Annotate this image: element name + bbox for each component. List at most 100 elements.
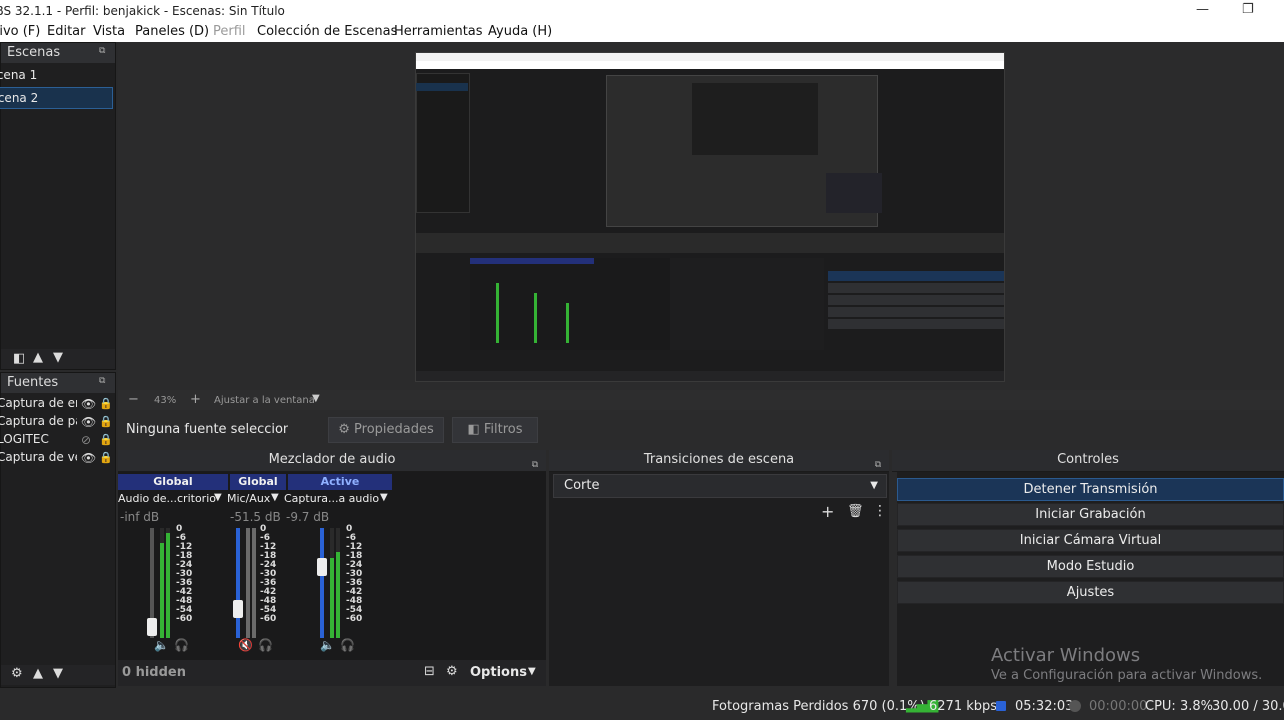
filters-button[interactable]: ◧ Filtros: [452, 417, 538, 443]
channel-db: -9.7 dB: [286, 510, 330, 524]
visibility-eye-icon[interactable]: 👁: [81, 397, 96, 411]
menu-ayuda[interactable]: Ayuda (H): [488, 24, 552, 39]
menu-coleccion-escenas[interactable]: Colección de Escenas: [257, 24, 397, 39]
start-recording-button[interactable]: Iniciar Grabación: [897, 503, 1284, 526]
channel-name[interactable]: Captura...a audio: [284, 492, 379, 505]
level-meter: [330, 528, 334, 638]
headphones-monitor-icon[interactable]: 🎧: [174, 638, 189, 652]
add-icon[interactable]: +: [821, 502, 834, 521]
transitions-title: Transiciones de escena: [643, 452, 795, 467]
visibility-eye-icon[interactable]: 👁: [81, 451, 96, 465]
float-dock-icon[interactable]: ⧉: [99, 376, 109, 386]
activate-windows-title: Activar Windows: [991, 645, 1141, 666]
scene-item[interactable]: Escena 1: [0, 65, 95, 87]
float-dock-icon[interactable]: ⧉: [873, 455, 883, 470]
zoom-fit-label[interactable]: Ajustar a la ventana: [214, 395, 315, 406]
muted-speaker-icon[interactable]: 🔇: [238, 638, 253, 652]
source-settings-gear-icon[interactable]: ⚙: [11, 666, 23, 681]
channel-menu-icon[interactable]: ▼: [271, 492, 279, 503]
menu-perfil[interactable]: Perfil: [213, 24, 246, 39]
cpu-usage: CPU: 3.8%: [1145, 699, 1213, 714]
no-source-selected-label: Ninguna fuente seleccionada: [126, 422, 288, 437]
menu-archivo[interactable]: Archivo (F): [0, 24, 40, 39]
headphones-monitor-icon[interactable]: 🎧: [258, 638, 273, 652]
source-item[interactable]: Captura de pantalla: [0, 413, 77, 431]
minimize-icon[interactable]: —: [1196, 2, 1209, 17]
zoom-out-button[interactable]: −: [128, 392, 139, 407]
meter-ticks: 0 -6 -12 -18 -24 -30 -36 -42 -48 -54 -60: [260, 524, 277, 624]
activate-windows-subtitle: Ve a Configuración para activar Windows.: [991, 668, 1263, 683]
zoom-level: 43%: [154, 395, 177, 406]
scenes-dock: Escenas ⧉ Escena 1 Escena 2 ◧ ▲ ▼: [0, 42, 116, 370]
lock-icon[interactable]: 🔒: [99, 451, 113, 464]
menu-bar: Archivo (F) Editar Vista Paneles (D) Per…: [0, 22, 1284, 42]
source-item-label: Captura de pantalla: [0, 414, 77, 428]
move-up-icon[interactable]: ▲: [33, 666, 43, 681]
headphones-monitor-icon[interactable]: 🎧: [340, 638, 355, 652]
volume-fader[interactable]: [320, 528, 324, 638]
move-down-icon[interactable]: ▼: [53, 666, 63, 681]
window-title: OBS 32.1.1 - Perfil: benjakick - Escenas…: [0, 4, 285, 18]
channel-menu-icon[interactable]: ▼: [214, 492, 222, 503]
menu-vista[interactable]: Vista: [93, 24, 125, 39]
source-item[interactable]: Captura de entrada: [0, 395, 77, 413]
menu-editar[interactable]: Editar: [47, 24, 86, 39]
visibility-hidden-icon[interactable]: ⊘: [81, 433, 91, 447]
more-options-icon[interactable]: ⋮: [873, 503, 887, 519]
transition-current: Corte: [564, 478, 600, 493]
speaker-icon[interactable]: 🔈: [154, 638, 169, 652]
source-toolbar: Ninguna fuente seleccionada ⚙ Propiedade…: [118, 410, 1284, 450]
visibility-eye-icon[interactable]: 👁: [81, 415, 96, 429]
lock-icon[interactable]: 🔒: [99, 415, 113, 428]
layout-toggle-icon[interactable]: ⊟: [424, 664, 435, 679]
stop-streaming-button[interactable]: Detener Transmisión: [897, 478, 1284, 501]
source-item-label: Captura de ventana: [0, 450, 77, 464]
window-titlebar: OBS 32.1.1 - Perfil: benjakick - Escenas…: [0, 0, 1284, 22]
menu-herramientas[interactable]: Herramientas: [394, 24, 483, 39]
channel-name[interactable]: Audio de...critorio: [118, 492, 216, 505]
start-virtual-camera-button[interactable]: Iniciar Cámara Virtual: [897, 529, 1284, 552]
filters-icon: ◧: [467, 422, 484, 437]
dropped-frames: Fotogramas Perdidos 670 (0.1%): [712, 699, 925, 714]
source-item[interactable]: LOGITEC: [0, 431, 77, 449]
stream-live-icon: [996, 701, 1006, 711]
lock-icon[interactable]: 🔒: [99, 433, 113, 446]
move-down-icon[interactable]: ▼: [53, 350, 63, 365]
volume-fader[interactable]: [236, 528, 240, 638]
trash-icon[interactable]: 🗑: [847, 504, 864, 519]
advanced-audio-icon[interactable]: ⚙: [446, 664, 458, 679]
zoom-in-button[interactable]: +: [190, 392, 201, 407]
restore-icon[interactable]: ❐: [1242, 2, 1254, 17]
audio-mixer: Global Audio de...critorio ▼ -inf dB 0 -6…: [118, 472, 546, 660]
properties-label: Propiedades: [354, 422, 434, 437]
lock-icon[interactable]: 🔒: [99, 397, 113, 410]
channel-menu-icon[interactable]: ▼: [380, 492, 388, 503]
level-meter: [246, 528, 250, 638]
studio-mode-button[interactable]: Modo Estudio: [897, 555, 1284, 578]
settings-button[interactable]: Ajustes: [897, 581, 1284, 604]
menu-paneles[interactable]: Paneles (D): [135, 24, 209, 39]
float-dock-icon[interactable]: ⧉: [530, 455, 540, 470]
move-up-icon[interactable]: ▲: [33, 350, 43, 365]
properties-button[interactable]: ⚙ Propiedades: [328, 417, 444, 443]
hidden-count[interactable]: 0 hidden: [122, 665, 186, 680]
options-dropdown-icon[interactable]: ▼: [528, 666, 536, 677]
speaker-icon[interactable]: 🔈: [320, 638, 335, 652]
options-button[interactable]: Options: [470, 665, 527, 680]
sources-title: Fuentes: [7, 375, 59, 390]
mixer-footer: 0 hidden ⊟ ⚙ Options ▼: [118, 660, 546, 686]
fader-handle[interactable]: [317, 558, 327, 576]
channel-db: -inf dB: [120, 510, 160, 524]
scene-filters-icon[interactable]: ◧: [13, 351, 25, 366]
fader-handle[interactable]: [233, 600, 243, 618]
channel-name[interactable]: Mic/Aux: [227, 492, 270, 505]
float-dock-icon[interactable]: ⧉: [99, 46, 109, 56]
transition-select[interactable]: Corte ▼: [553, 474, 887, 498]
scene-item-selected[interactable]: Escena 2: [0, 87, 113, 109]
fps: 30.00 / 30.00 FPS: [1212, 699, 1284, 714]
sources-dock-title: Fuentes ⧉: [1, 373, 115, 393]
zoom-dropdown-icon[interactable]: ▼: [312, 393, 320, 404]
source-item[interactable]: Captura de ventana: [0, 449, 77, 467]
fader-handle[interactable]: [147, 618, 157, 636]
preview-nested-capture: [415, 52, 1005, 382]
